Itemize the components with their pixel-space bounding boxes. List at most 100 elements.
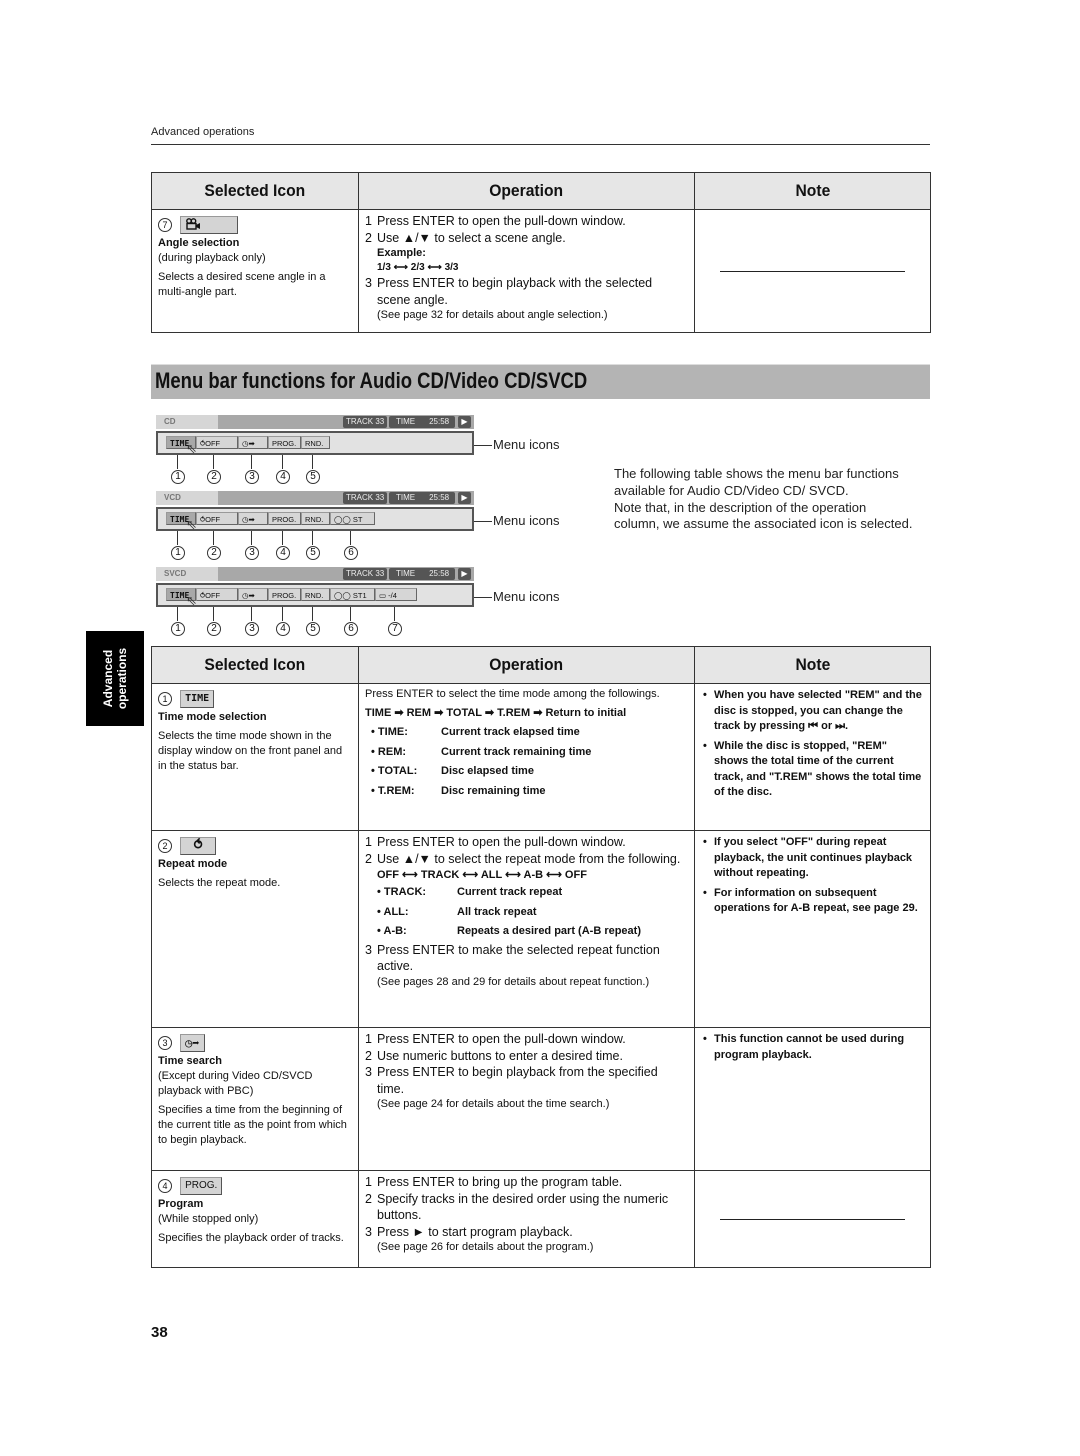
note-cell [694,209,931,333]
definition-row: • ALL: All track repeat [377,905,537,918]
audio-chip[interactable]: ◯◯ ST [330,512,375,525]
program-chip[interactable]: PROG. [268,588,301,601]
reference-note: (See page 26 for details about the progr… [377,1241,594,1253]
cursor-icon: ⇖ [186,441,197,456]
track-indicator: TRACK 33 [343,416,388,428]
operation-intro: Press ENTER to select the time mode amon… [365,688,660,700]
menu-icons-label: Menu icons [493,437,560,452]
reference-note: (See page 32 for details about angle sel… [377,309,608,321]
play-icon: ▶ [458,492,471,504]
repeat-chip[interactable]: ⥀OFF [196,588,238,601]
step: 2 Use ▲/▼ to select the repeat mode from … [365,851,681,866]
callout-line [312,531,313,545]
callout-number: 1 [158,692,172,706]
table-row: 1 TIME Time mode selection Selects the t… [151,683,931,831]
page-number: 38 [151,1324,168,1341]
note-cell: • When you have selected "REM" and the di… [694,683,931,831]
callout-line [350,607,351,621]
callout-number: 3 [245,546,259,560]
callout-number: 1 [171,470,185,484]
menu-icons-row: TIME ⥀OFF ◷➡ PROG. RND. ◯◯ ST1 ▭ -/4 ⇖ [156,583,474,608]
callout-line [251,607,252,621]
angle-table: Selected Icon Operation Note 7 Angle sel… [151,172,931,333]
note-item: • While the disc is stopped, "REM" shows … [703,739,922,799]
callout-line [213,455,214,469]
cursor-icon: ⇖ [186,593,197,608]
callout-line [177,455,178,469]
note-item: • This function cannot be used during pro… [703,1033,905,1061]
status-bar: CD TRACK 33 TIME 25:58 ▶ [156,415,474,429]
time-search-chip[interactable]: ◷➡ [238,436,268,449]
header-note: Note [694,646,931,684]
callout-line [251,455,252,469]
icon-cell: 2 ⥀ Repeat mode Selects the repeat mode. [151,830,359,1028]
note-item: • For information on subsequent operation… [703,886,918,915]
step: 1 Press ENTER to open the pull-down windo… [365,214,626,228]
icon-title: Angle selection [158,237,240,249]
callout-line [350,531,351,545]
callout-line [177,531,178,545]
program-chip[interactable]: PROG. [268,436,301,449]
disc-type-label: SVCD [156,567,218,581]
program-icon: PROG. [180,1177,223,1195]
time-search-chip[interactable]: ◷➡ [238,512,268,525]
time-search-chip[interactable]: ◷➡ [238,588,268,601]
random-chip[interactable]: RND. [301,588,330,601]
callout-number: 3 [245,470,259,484]
note-item: • When you have selected "REM" and the di… [703,689,922,732]
time-mode-sequence: TIME ➡ REM ➡ TOTAL ➡ T.REM ➡ Return to i… [365,706,627,719]
menu-icons-row: TIME ⥀OFF ◷➡ PROG. RND. ⇖ [156,431,474,456]
header-note: Note [694,172,931,210]
callout-number: 2 [158,839,172,853]
definition-row: • REM: Current track remaining time [371,745,592,758]
callout-number: 4 [276,622,290,636]
definition-row: • TRACK: Current track repeat [377,886,563,898]
icon-condition: (Except during Video CD/SVCD playback wi… [158,1070,313,1097]
repeat-sequence: OFF ⟷ TRACK ⟷ ALL ⟷ A-B ⟷ OFF [377,869,587,881]
track-indicator: TRACK 33 [343,568,388,580]
header-selected-icon: Selected Icon [151,172,359,210]
operation-cell: 1 Press ENTER to open the pull-down windo… [358,1027,695,1171]
reference-note: (See page 24 for details about the time … [377,1098,610,1110]
menu-bar-svcd: SVCD TRACK 33 TIME 25:58 ▶ TIME ⥀OFF ◷➡ PROG. RND… [156,567,474,608]
table-row: 2 ⥀ Repeat mode Selects the repeat mode.… [151,830,931,1028]
icon-condition: (during playback only) [158,252,266,264]
side-tab-line: operations [115,647,129,710]
header-operation: Operation [358,172,695,210]
operation-cell: 1 Press ENTER to bring up the program tab… [358,1170,695,1268]
random-chip[interactable]: RND. [301,436,330,449]
definition-row: • T.REM: Disc remaining time [371,784,546,797]
callout-line [282,607,283,621]
program-chip[interactable]: PROG. [268,512,301,525]
step: 3 Press ENTER to make the selected repeat… [365,942,660,974]
repeat-chip[interactable]: ⥀OFF [196,436,238,449]
empty-note-dash [720,1218,905,1220]
callout-number: 3 [158,1036,172,1050]
callout-number: 3 [245,622,259,636]
icon-condition: (While stopped only) [158,1213,259,1225]
callout-number: 6 [344,546,358,560]
icon-cell: 7 Angle selection (during playback only)… [151,209,359,333]
subtitle-chip[interactable]: ▭ -/4 [375,588,417,601]
side-tab: Advanced operations [86,631,144,726]
repeat-chip[interactable]: ⥀OFF [196,512,238,525]
cursor-icon: ⇖ [186,517,197,532]
example-sequence: 1/3 ⟷ 2/3 ⟷ 3/3 [377,262,459,273]
side-tab-line: Advanced [101,649,115,708]
step: 1 Press ENTER to open the pull-down windo… [365,835,626,849]
menu-functions-table: Selected Icon Operation Note 1 TIME Time… [151,646,931,1268]
time-icon: TIME [180,690,215,708]
operation-cell: Press ENTER to select the time mode amon… [358,683,695,831]
callout-number: 2 [207,470,221,484]
step: 1 Press ENTER to open the pull-down windo… [365,1032,626,1046]
play-icon: ▶ [458,568,471,580]
operation-cell: 1 Press ENTER to open the pull-down windo… [358,830,695,1028]
header-rule [151,144,930,145]
step: 3 Press ENTER to begin playback with the … [365,276,653,307]
random-chip[interactable]: RND. [301,512,330,525]
leader-line [474,445,492,446]
callout-number: 4 [276,546,290,560]
callout-number: 7 [388,622,402,636]
leader-line [474,597,492,598]
audio-chip[interactable]: ◯◯ ST1 [330,588,375,601]
